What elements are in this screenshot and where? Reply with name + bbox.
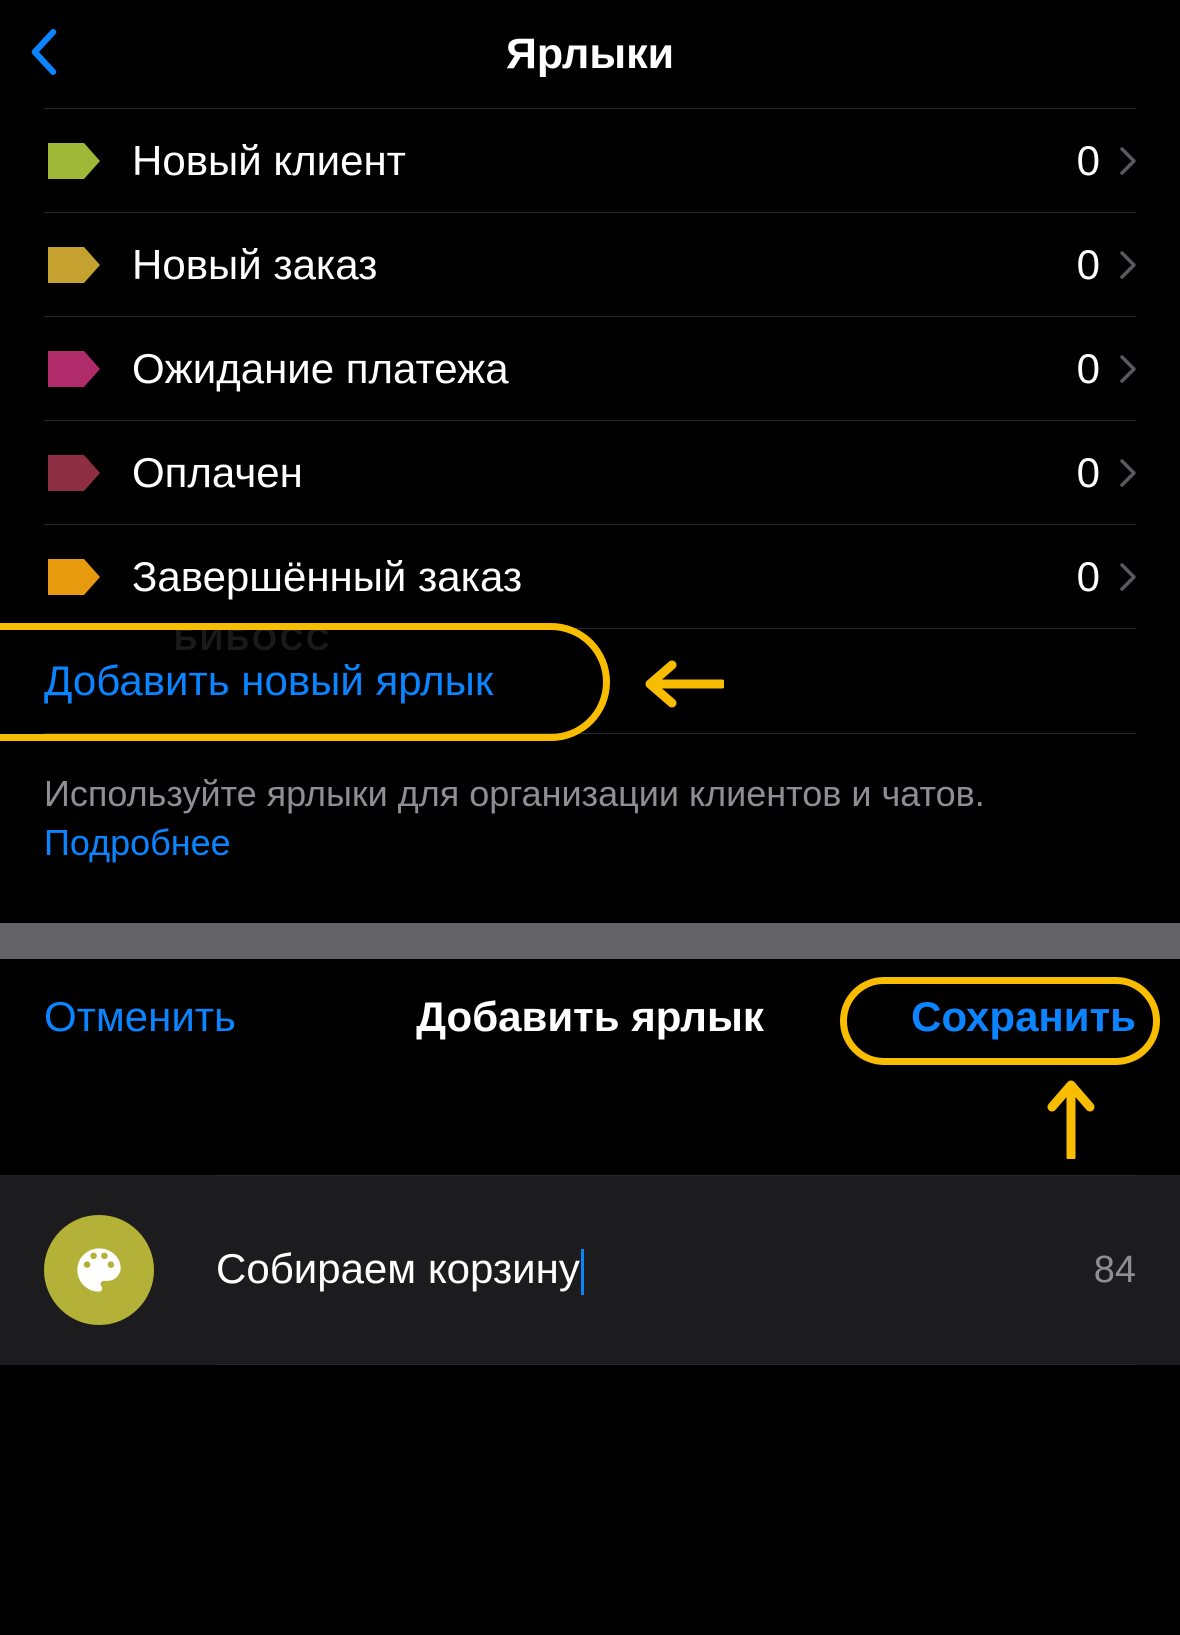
char-remaining: 84 <box>1094 1249 1136 1292</box>
color-picker-button[interactable] <box>44 1215 154 1325</box>
label-input-wrap: Собираем корзину 84 <box>216 1175 1136 1365</box>
chevron-right-icon <box>1120 563 1136 591</box>
label-name: Новый заказ <box>132 241 1077 289</box>
label-count: 0 <box>1077 345 1100 393</box>
palette-icon <box>73 1244 125 1296</box>
label-count: 0 <box>1077 553 1100 601</box>
label-count: 0 <box>1077 241 1100 289</box>
label-row[interactable]: Ожидание платежа 0 <box>44 317 1136 421</box>
back-button[interactable] <box>30 29 58 80</box>
label-input-section: Собираем корзину 84 <box>0 1175 1180 1365</box>
label-row[interactable]: Оплачен 0 <box>44 421 1136 525</box>
tag-icon <box>44 555 104 599</box>
tag-icon <box>44 347 104 391</box>
text-caret <box>581 1249 584 1295</box>
arrow-up-icon <box>1046 1079 1096 1159</box>
section-separator <box>0 923 1180 959</box>
top-header: Ярлыки <box>0 0 1180 108</box>
label-name: Оплачен <box>132 449 1077 497</box>
cancel-button[interactable]: Отменить <box>44 993 236 1041</box>
dialog-title: Добавить ярлык <box>416 993 764 1041</box>
chevron-left-icon <box>30 29 58 75</box>
label-count: 0 <box>1077 137 1100 185</box>
add-label-row[interactable]: БИБОСС Добавить новый ярлык <box>44 629 1136 734</box>
arrow-left-icon <box>644 659 724 709</box>
page-title: Ярлыки <box>506 30 674 79</box>
label-name: Завершённый заказ <box>132 553 1077 601</box>
label-row[interactable]: Завершённый заказ 0 <box>44 525 1136 629</box>
help-text: Используйте ярлыки для организации клиен… <box>0 734 1180 923</box>
label-row[interactable]: Новый клиент 0 <box>44 109 1136 213</box>
label-count: 0 <box>1077 449 1100 497</box>
help-text-body: Используйте ярлыки для организации клиен… <box>44 773 985 814</box>
tag-icon <box>44 243 104 287</box>
save-button[interactable]: Сохранить <box>911 993 1136 1041</box>
dialog-header: Отменить Добавить ярлык Сохранить <box>0 959 1180 1075</box>
label-name-input[interactable]: Собираем корзину <box>216 1245 1074 1295</box>
labels-list: Новый клиент 0 Новый заказ 0 Ожидание пл… <box>0 108 1180 734</box>
label-name: Ожидание платежа <box>132 345 1077 393</box>
tag-icon <box>44 451 104 495</box>
chevron-right-icon <box>1120 251 1136 279</box>
chevron-right-icon <box>1120 459 1136 487</box>
chevron-right-icon <box>1120 147 1136 175</box>
add-label-link: Добавить новый ярлык <box>44 657 493 705</box>
help-link[interactable]: Подробнее <box>44 822 231 863</box>
chevron-right-icon <box>1120 355 1136 383</box>
tag-icon <box>44 139 104 183</box>
label-name: Новый клиент <box>132 137 1077 185</box>
label-row[interactable]: Новый заказ 0 <box>44 213 1136 317</box>
